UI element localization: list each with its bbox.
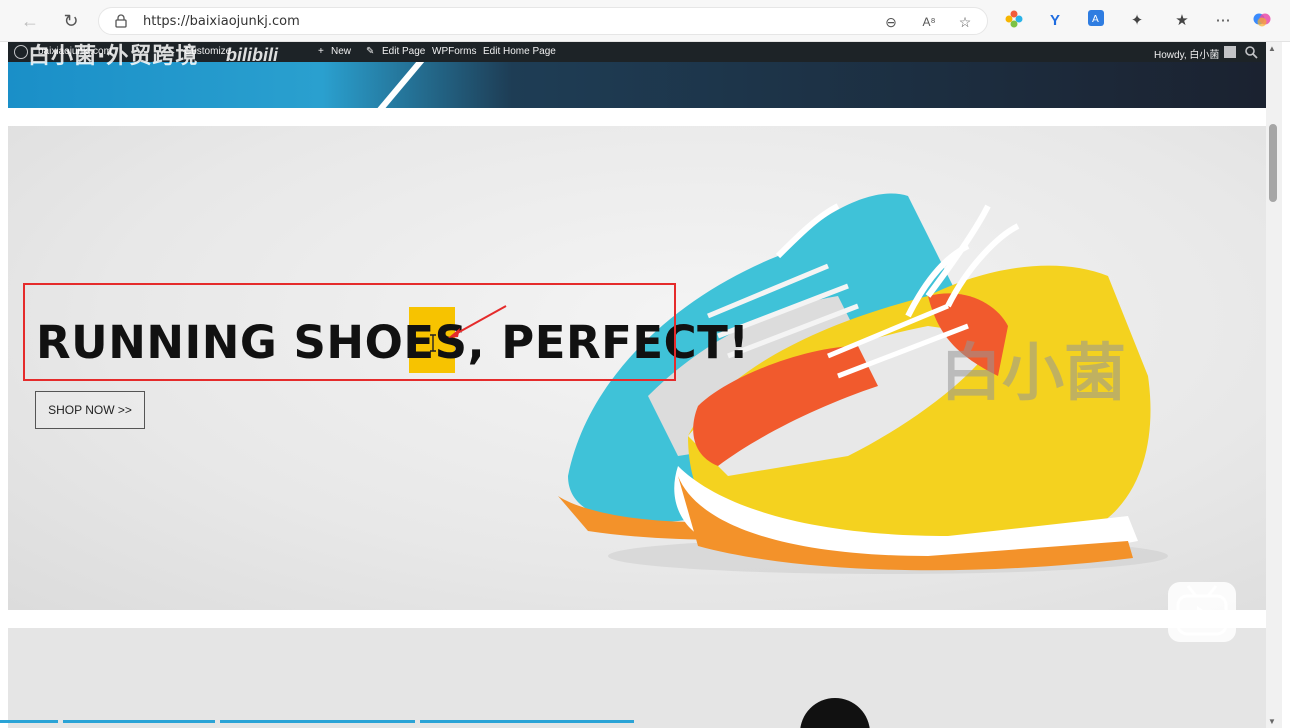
annotation-arrow-icon: [448, 305, 507, 338]
admin-wpforms[interactable]: WPForms: [432, 46, 476, 57]
address-bar[interactable]: https://baixiaojunkj.com ⊖ A⁸ ☆: [98, 7, 988, 35]
more-icon[interactable]: ⋯: [1212, 10, 1234, 32]
next-section-image: [800, 698, 870, 728]
extension-v-icon[interactable]: Y: [1044, 10, 1066, 32]
progress-strip: [0, 720, 58, 723]
admin-edit-page[interactable]: Edit Page: [382, 46, 425, 57]
favorite-star-icon[interactable]: ☆: [955, 12, 975, 32]
extension-flower-icon[interactable]: [1003, 10, 1025, 32]
next-section: [8, 628, 1266, 728]
scrollbar[interactable]: ▲ ▼: [1266, 42, 1282, 728]
channel-watermark: 白小菌·外贸跨境: [28, 44, 199, 69]
zoom-out-icon[interactable]: ⊖: [881, 12, 901, 32]
search-icon[interactable]: [1244, 45, 1258, 59]
extensions-puzzle-icon[interactable]: ✦: [1126, 10, 1148, 32]
scroll-up-icon[interactable]: ▲: [1268, 44, 1276, 53]
scroll-thumb[interactable]: [1269, 124, 1277, 202]
admin-new-plus-icon: +: [318, 46, 324, 57]
url-text[interactable]: https://baixiaojunkj.com: [143, 14, 300, 29]
wordpress-logo-icon[interactable]: [14, 45, 28, 59]
banner-divider: [370, 62, 430, 108]
lock-icon: [115, 14, 127, 28]
progress-strip: [63, 720, 215, 723]
edit-pencil-icon: ✎: [366, 46, 375, 57]
svg-text:A: A: [1092, 14, 1099, 25]
progress-strip: [420, 720, 634, 723]
progress-strip: [220, 720, 415, 723]
admin-edit-home-page[interactable]: Edit Home Page: [483, 46, 556, 57]
avatar[interactable]: [1224, 46, 1236, 58]
annotation-highlight-box: [23, 283, 676, 381]
copilot-icon[interactable]: [1251, 10, 1273, 32]
page-viewport: baixiaojunkj.com Customize + New ✎ Edit …: [8, 42, 1266, 728]
read-aloud-icon[interactable]: A⁸: [919, 12, 939, 32]
bilibili-tv-icon: [1168, 582, 1236, 642]
scroll-down-icon[interactable]: ▼: [1268, 717, 1276, 726]
extension-translate-icon[interactable]: A: [1085, 10, 1107, 32]
browser-toolbar: ← ↻ https://baixiaojunkj.com ⊖ A⁸ ☆ Y A …: [0, 0, 1290, 42]
bilibili-logo-text: bilibili: [226, 45, 278, 65]
admin-howdy[interactable]: Howdy, 白小菌: [1154, 46, 1219, 61]
center-watermark: 白小菌: [940, 336, 1127, 409]
refresh-icon[interactable]: ↻: [59, 9, 83, 33]
back-icon[interactable]: ←: [18, 9, 42, 33]
shop-now-button[interactable]: SHOP NOW >>: [35, 391, 145, 429]
favorites-icon[interactable]: ★: [1171, 10, 1193, 32]
admin-new[interactable]: New: [331, 46, 351, 57]
hero-section: RUNNING SHOES, PERFECT! SHOP NOW >> 白小菌: [8, 126, 1266, 610]
bilibili-logo-icon: bilibili: [226, 42, 278, 68]
